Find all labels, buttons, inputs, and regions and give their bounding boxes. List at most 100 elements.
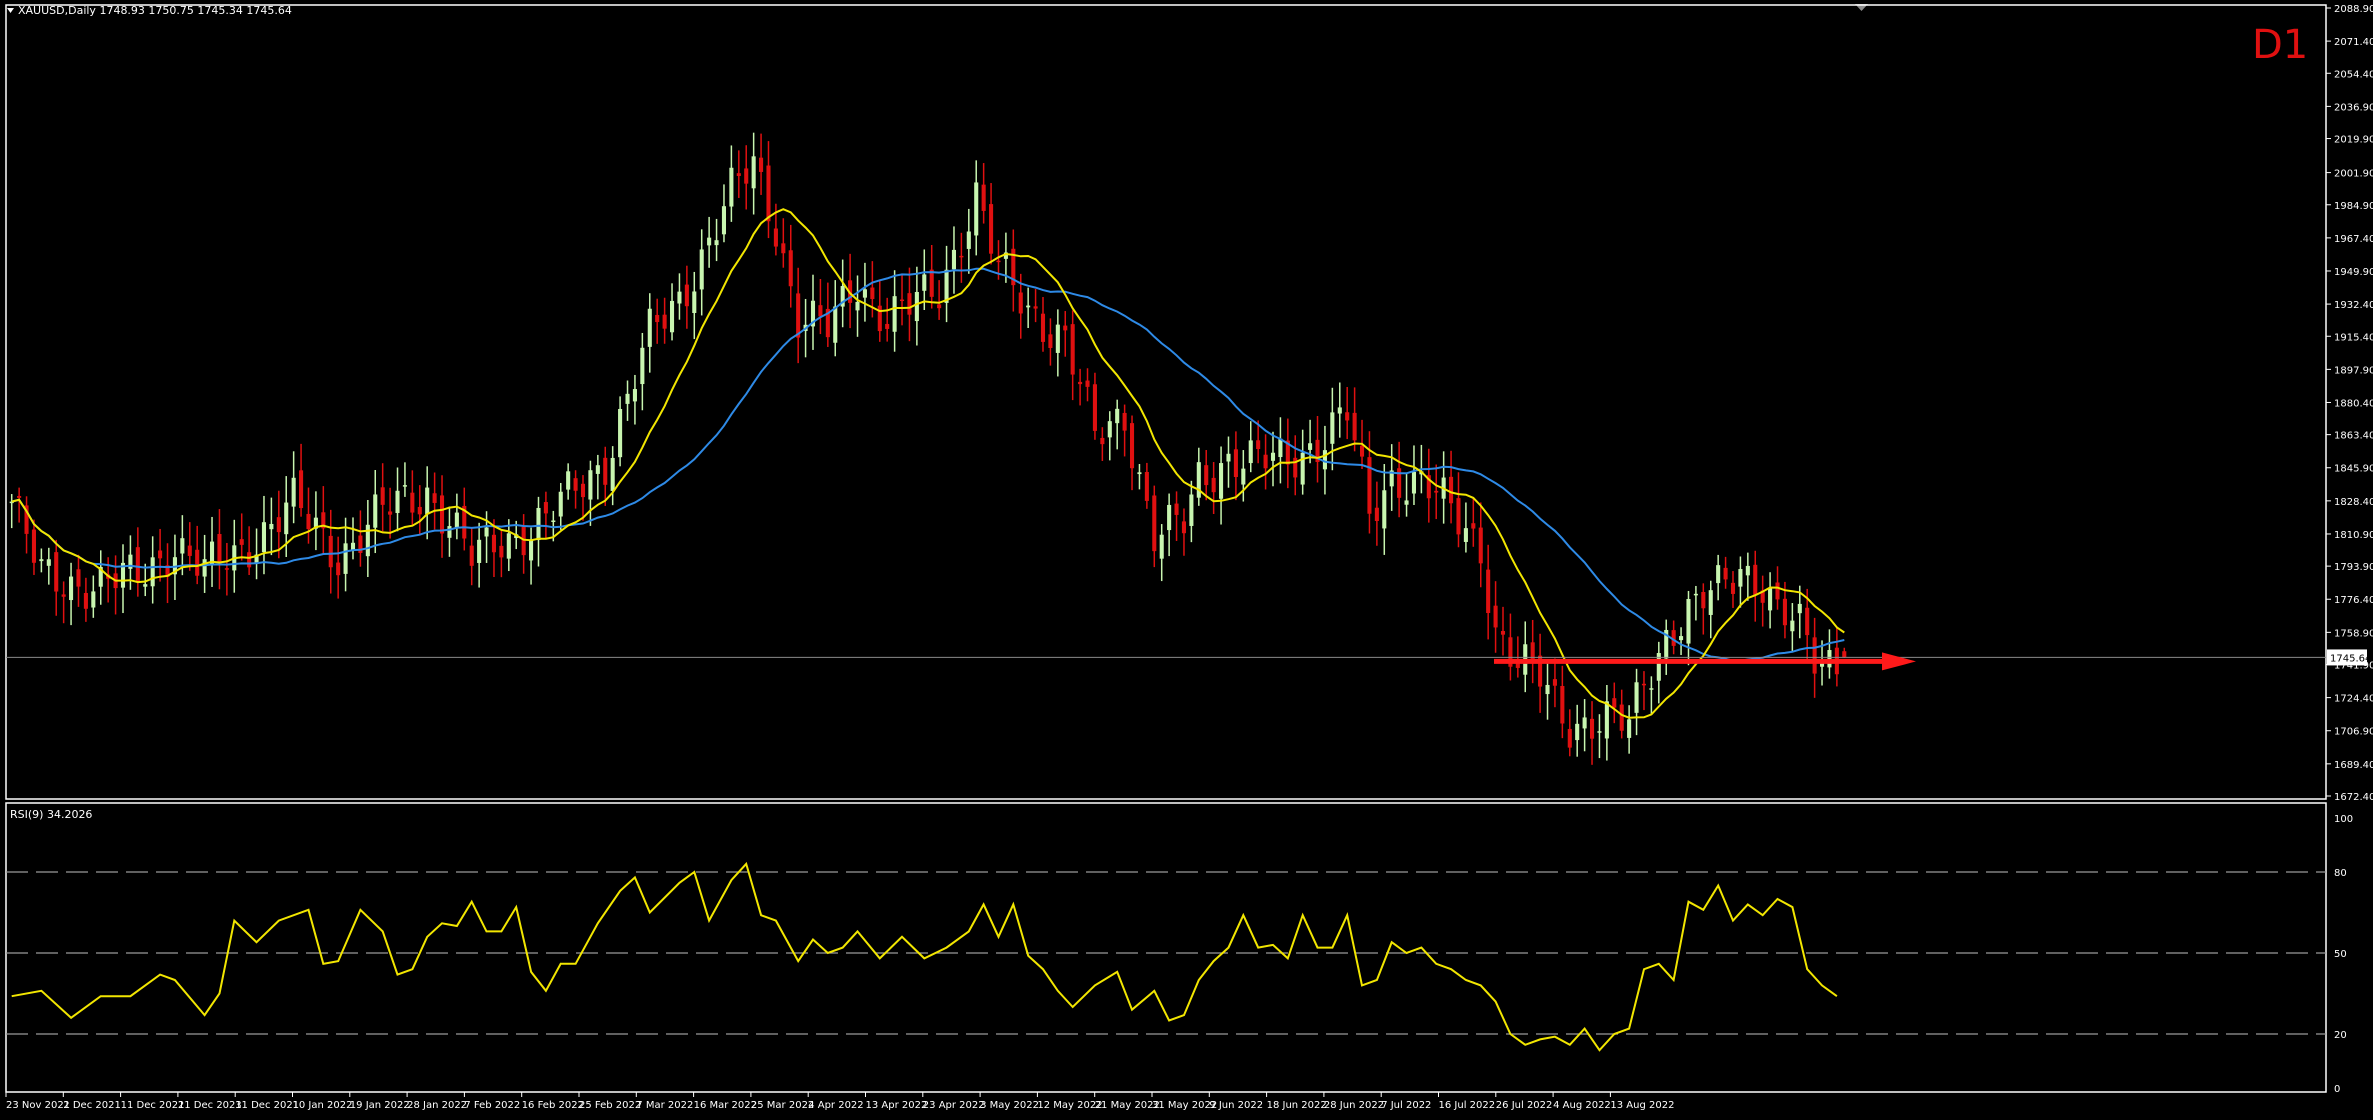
candle-body: [766, 165, 771, 222]
candle-body: [1278, 438, 1283, 458]
candle-body: [1404, 500, 1409, 505]
time-tick-label: 4 Aug 2022: [1553, 1100, 1611, 1111]
candle-body: [907, 293, 912, 315]
time-tick-label: 25 Feb 2022: [579, 1100, 641, 1111]
time-tick-label: 21 Dec 2021: [178, 1100, 242, 1111]
candle-body: [1122, 412, 1127, 431]
price-tick-label: 1706.90: [2334, 727, 2373, 738]
time-tick-label: 16 Mar 2022: [694, 1100, 757, 1111]
candle-body: [284, 502, 289, 535]
candle-body: [1597, 731, 1602, 733]
rsi-tick-label: 50: [2334, 949, 2347, 960]
candle-body: [69, 576, 74, 601]
price-tick-label: 1915.40: [2334, 332, 2373, 343]
price-tick-label: 1984.90: [2334, 201, 2373, 212]
candle-body: [1359, 445, 1365, 457]
candle-body: [1842, 651, 1847, 658]
candle-body: [1493, 605, 1498, 628]
candle-body: [1641, 683, 1647, 686]
candle-body: [1092, 384, 1097, 431]
time-tick-label: 7 Jul 2022: [1381, 1100, 1431, 1111]
candle-body: [1256, 440, 1261, 449]
price-tick-label: 1880.40: [2334, 398, 2373, 409]
candle-body: [1137, 472, 1142, 475]
candle-body: [1545, 684, 1550, 695]
price-tick-label: 1863.40: [2334, 431, 2373, 442]
candle-body: [76, 569, 81, 587]
candle-body: [1115, 408, 1120, 424]
candle-body: [981, 184, 986, 211]
candle-body: [899, 299, 905, 302]
candle-body: [796, 293, 801, 338]
candle-body: [974, 182, 979, 236]
candle-body: [662, 314, 667, 329]
symbol-header: XAUUSD,Daily 1748.93 1750.75 1745.34 174…: [7, 4, 292, 17]
price-tick-label: 2036.90: [2334, 102, 2373, 113]
candle-body: [54, 552, 59, 592]
candle-body: [959, 255, 964, 258]
candle-body: [558, 491, 563, 517]
candle-body: [588, 470, 593, 500]
candle-body: [365, 524, 370, 557]
candle-body: [306, 513, 311, 530]
time-tick-label: 31 May 2022: [1152, 1100, 1217, 1111]
price-tick-label: 1845.90: [2334, 464, 2373, 475]
candle-body: [350, 542, 356, 550]
symbol-info: XAUUSD,Daily 1748.93 1750.75 1745.34 174…: [18, 4, 292, 17]
candle-body: [1716, 565, 1721, 584]
candle-body: [966, 231, 971, 249]
rsi-tick-label: 80: [2334, 868, 2347, 879]
time-tick-label: 7 Feb 2022: [464, 1100, 520, 1111]
price-tick-label: 1689.40: [2334, 760, 2373, 771]
candle-body: [1827, 650, 1832, 668]
candle-body: [944, 269, 949, 303]
rsi-tick-label: 20: [2334, 1030, 2347, 1041]
candle-body: [31, 529, 37, 563]
candle-body: [269, 523, 274, 530]
candle-body: [299, 470, 304, 509]
candle-body: [425, 487, 430, 515]
candle-body: [224, 568, 229, 570]
candle-body: [373, 494, 378, 528]
candle-body: [499, 545, 504, 558]
candle-body: [454, 512, 459, 528]
timeframe-label: D1: [2252, 22, 2308, 68]
candle-body: [380, 487, 385, 505]
candle-body: [862, 289, 867, 298]
candle-body: [580, 483, 586, 498]
candle-body: [46, 559, 51, 566]
price-tick-label: 2001.90: [2334, 169, 2373, 180]
candle-body: [632, 389, 637, 402]
candle-body: [402, 485, 407, 487]
chart-canvas[interactable]: XAUUSD,Daily 1748.93 1750.75 1745.34 174…: [0, 0, 2373, 1116]
price-tick-label: 2088.90: [2334, 4, 2373, 15]
candle-body: [1797, 603, 1802, 614]
candle-body: [692, 291, 697, 313]
current-price-value: 1745.64: [2330, 653, 2371, 664]
candle-body: [625, 393, 630, 404]
candle-body: [603, 457, 608, 485]
candle-body: [521, 526, 526, 556]
candle-body: [1612, 698, 1617, 708]
candle-body: [1604, 701, 1609, 739]
candle-body: [343, 543, 348, 574]
candle-body: [1582, 717, 1587, 729]
candle-body: [432, 493, 437, 503]
candle-body: [1055, 324, 1060, 353]
candle-body: [595, 465, 600, 474]
candle-body: [477, 539, 482, 563]
candle-body: [1738, 569, 1743, 587]
candle-body: [1567, 728, 1572, 748]
candle-body: [439, 495, 445, 534]
time-tick-label: 18 Jun 2022: [1267, 1100, 1327, 1111]
candle-body: [655, 314, 660, 323]
candle-body: [1352, 412, 1357, 441]
candle-body: [1330, 412, 1335, 444]
candle-body: [17, 495, 22, 498]
candle-body: [543, 502, 548, 514]
candle-body: [1189, 494, 1194, 526]
candle-body: [1167, 504, 1172, 531]
rsi-tick-label: 0: [2334, 1084, 2340, 1095]
candle-body: [1211, 477, 1216, 493]
candle-body: [1144, 471, 1149, 501]
